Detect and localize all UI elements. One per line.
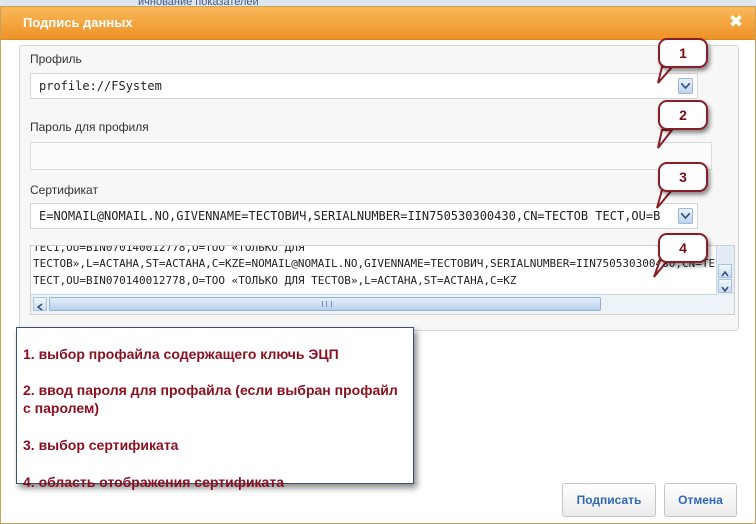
callout-2: 2 — [658, 100, 708, 130]
legend-item: 4. область отображения сертификата — [23, 474, 284, 490]
close-icon[interactable]: ✖ — [727, 13, 745, 31]
certificate-value: E=NOMAIL@NOMAIL.NO,GIVENNAME=ТЕСТОВИЧ,SE… — [39, 209, 661, 223]
cert-line: ТЕСТ,OU=BIN070140012778,O=ТОО «ТОЛЬКО ДЛ… — [33, 274, 517, 287]
sign-button[interactable]: Подписать — [562, 483, 656, 517]
scroll-corner — [717, 295, 734, 314]
callout-4: 4 — [658, 233, 708, 263]
cert-line: TEC1,OU=BIN070140012778,O=ТОО «ТОЛЬКО ДЛ… — [33, 245, 305, 254]
scroll-up-icon[interactable] — [718, 264, 732, 278]
vertical-scrollbar[interactable] — [716, 246, 734, 295]
callout-1: 1 — [658, 38, 708, 68]
password-field[interactable] — [30, 142, 712, 170]
scroll-down-icon[interactable] — [718, 279, 732, 293]
grip-icon — [322, 301, 332, 307]
horizontal-scrollbar[interactable] — [31, 294, 717, 314]
legend-box: 1. выбор профайла содержащего ключь ЭЦП … — [16, 327, 414, 490]
chevron-down-icon[interactable] — [678, 208, 693, 224]
scroll-left-icon[interactable] — [33, 297, 47, 311]
chevron-down-icon[interactable] — [678, 78, 693, 94]
horizontal-scroll-thumb[interactable] — [49, 297, 601, 311]
legend-item: 2. ввод пароля для профайла (если выбран… — [23, 382, 398, 416]
callout-3: 3 — [658, 162, 708, 192]
certificate-display-area[interactable]: TEC1,OU=BIN070140012778,O=ТОО «ТОЛЬКО ДЛ… — [30, 245, 735, 315]
cert-line: ТЕСТОВ»,L=АСТАНА,ST=АСТАНА,C=KZE=NOMAIL@… — [33, 257, 735, 270]
dialog-titlebar[interactable]: Подпись данных ✖ — [1, 7, 755, 40]
dialog-title: Подпись данных — [23, 15, 133, 30]
password-label: Пароль для профиля — [30, 120, 149, 134]
certificate-label: Сертификат — [30, 183, 98, 197]
legend-item: 1. выбор профайла содержащего ключь ЭЦП — [23, 346, 339, 362]
profile-value: profile://FSystem — [39, 79, 162, 93]
profile-label: Профиль — [30, 52, 82, 66]
certificate-select[interactable]: E=NOMAIL@NOMAIL.NO,GIVENNAME=ТЕСТОВИЧ,SE… — [30, 203, 698, 229]
profile-select[interactable]: profile://FSystem — [30, 73, 698, 99]
legend-item: 3. выбор сертификата — [23, 437, 179, 453]
cancel-button[interactable]: Отмена — [664, 483, 737, 517]
